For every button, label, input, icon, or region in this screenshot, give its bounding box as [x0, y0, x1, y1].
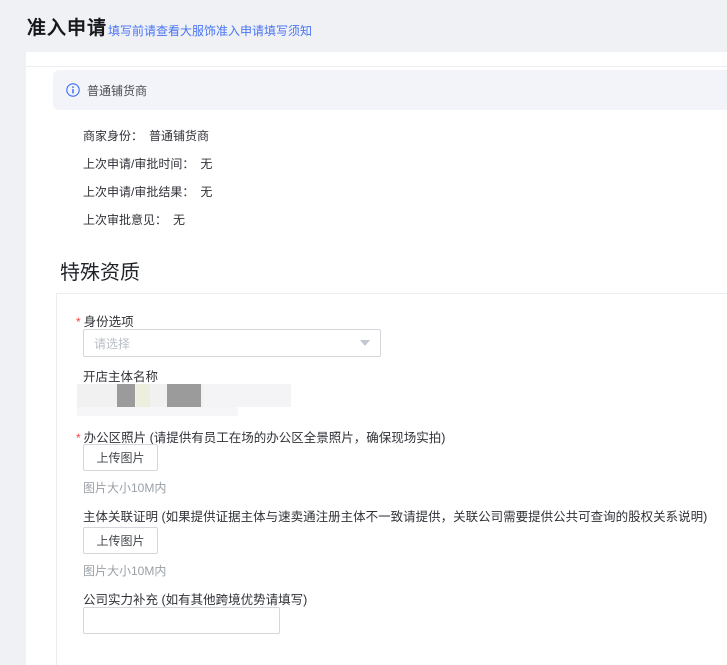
identity-select-placeholder: 请选择	[94, 335, 360, 352]
required-mark: *	[76, 315, 81, 329]
entity-name-label: 开店主体名称	[83, 366, 158, 385]
association-proof-size-hint: 图片大小10M内	[83, 562, 166, 579]
summary-label: 上次申请/审批时间：	[83, 157, 194, 171]
required-mark: *	[76, 431, 81, 445]
redaction-block	[203, 384, 291, 407]
summary-label: 上次申请/审批结果：	[83, 185, 194, 199]
summary-row-last-apply-result: 上次申请/审批结果： 无	[83, 183, 212, 200]
summary-row-last-review-opinion: 上次审批意见： 无	[83, 211, 185, 228]
summary-row-merchant-identity: 商家身份： 普通铺货商	[83, 127, 209, 144]
label-text: 办公区照片 (请提供有员工在场的办公区全景照片，确保现场实拍)	[84, 431, 446, 445]
identity-option-label: *身份选项	[76, 311, 134, 330]
label-text: 身份选项	[84, 315, 134, 329]
summary-label: 商家身份：	[83, 129, 143, 143]
summary-value: 无	[173, 213, 185, 227]
association-proof-label: 主体关联证明 (如果提供证据主体与速卖通注册主体不一致请提供，关联公司需要提供公…	[83, 506, 707, 525]
chevron-down-icon	[360, 340, 370, 346]
summary-row-last-apply-time: 上次申请/审批时间： 无	[83, 155, 212, 172]
office-photo-upload-button[interactable]: 上传图片	[83, 444, 158, 471]
notice-link[interactable]: 填写前请查看大服饰准入申请填写须知	[108, 22, 312, 39]
merchant-type-banner: 普通铺货商	[53, 70, 727, 110]
summary-value: 无	[200, 185, 212, 199]
summary-label: 上次审批意见：	[83, 213, 167, 227]
info-icon	[66, 83, 80, 97]
page-title: 准入申请	[27, 13, 107, 40]
redaction-block	[136, 384, 150, 407]
redacted-entity-name	[77, 384, 291, 407]
redaction-block	[167, 384, 201, 407]
company-strength-label: 公司实力补充 (如有其他跨境优势请填写)	[83, 589, 307, 608]
association-proof-upload-button[interactable]: 上传图片	[83, 527, 158, 554]
section-heading-special-qualifications: 特殊资质	[60, 256, 140, 285]
summary-value: 普通铺货商	[149, 129, 209, 143]
company-strength-input[interactable]	[83, 607, 280, 634]
summary-card-border	[26, 66, 727, 67]
identity-select[interactable]: 请选择	[83, 329, 381, 357]
redaction-block	[77, 407, 238, 416]
redaction-block	[117, 384, 135, 407]
banner-text: 普通铺货商	[87, 82, 147, 99]
office-photo-size-hint: 图片大小10M内	[83, 479, 166, 496]
summary-value: 无	[200, 157, 212, 171]
